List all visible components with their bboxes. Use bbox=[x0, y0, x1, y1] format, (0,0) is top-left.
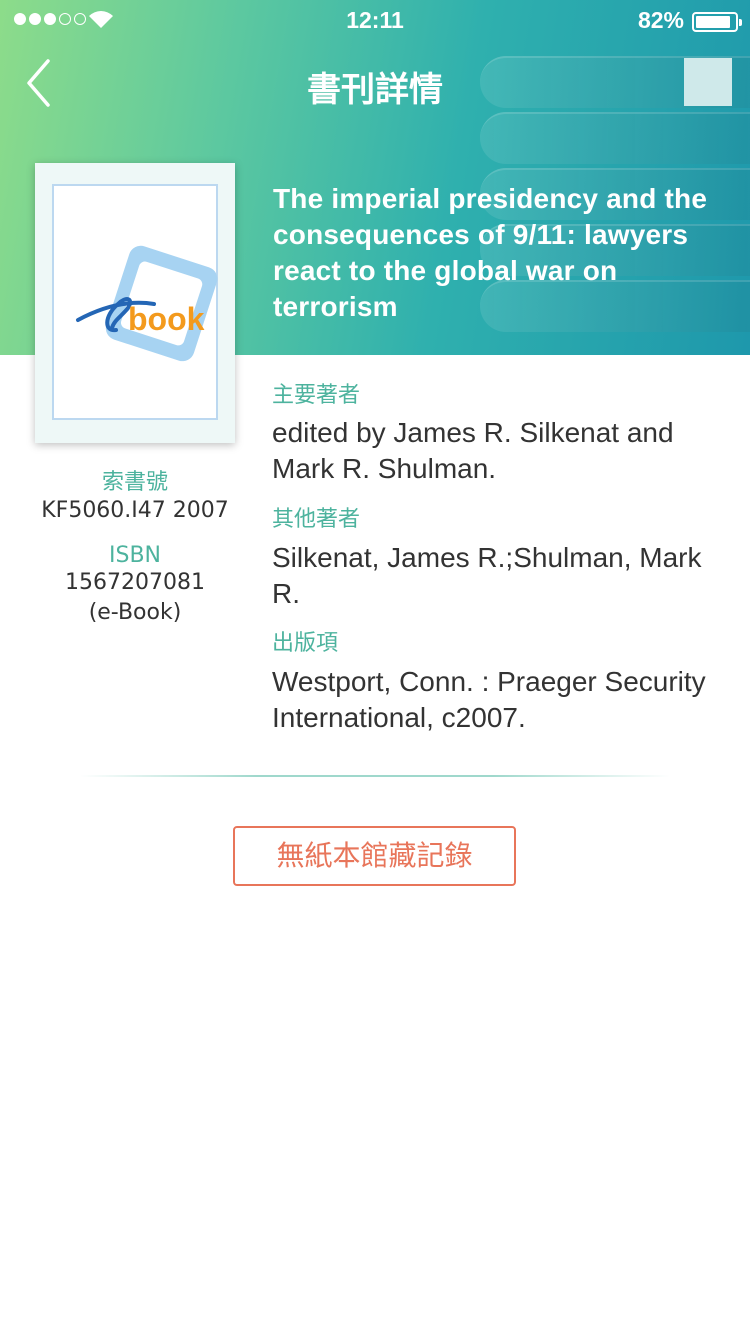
ebook-logo: book bbox=[76, 245, 218, 362]
isbn-label: ISBN bbox=[108, 543, 161, 568]
other-authors-value: Silkenat, James R.;Shulman, Mark R. bbox=[272, 542, 702, 609]
call-number-label: 索書號 bbox=[101, 470, 168, 495]
call-number-value: KF5060.I47 2007 bbox=[41, 498, 229, 523]
publication-value: Westport, Conn. : Praeger Security Inter… bbox=[272, 666, 706, 733]
book-title: The imperial presidency and the conseque… bbox=[273, 183, 708, 322]
page-title: 書刊詳情 bbox=[307, 70, 443, 110]
main-author-label: 主要著者 bbox=[272, 383, 361, 408]
status-bar: 12:11 82% bbox=[0, 0, 750, 40]
book-cover: book bbox=[35, 163, 235, 443]
publication-label: 出版項 bbox=[272, 631, 339, 656]
other-authors-label: 其他著者 bbox=[272, 507, 361, 532]
divider bbox=[80, 775, 670, 777]
main-author-value: edited by James R. Silkenat and Mark R. … bbox=[272, 417, 674, 484]
share-button[interactable] bbox=[684, 58, 732, 106]
call-number-block: 索書號 KF5060.I47 2007 bbox=[20, 464, 250, 526]
isbn-note: (e-Book) bbox=[88, 600, 182, 625]
isbn-value: 1567207081 bbox=[65, 570, 205, 595]
svg-text:book: book bbox=[128, 301, 205, 337]
no-print-holding-button[interactable]: 無紙本館藏記錄 bbox=[233, 826, 516, 886]
battery-icon bbox=[692, 12, 742, 32]
isbn-block: ISBN 1567207081 (e-Book) bbox=[20, 543, 250, 628]
battery-percent: 82% bbox=[637, 7, 684, 33]
